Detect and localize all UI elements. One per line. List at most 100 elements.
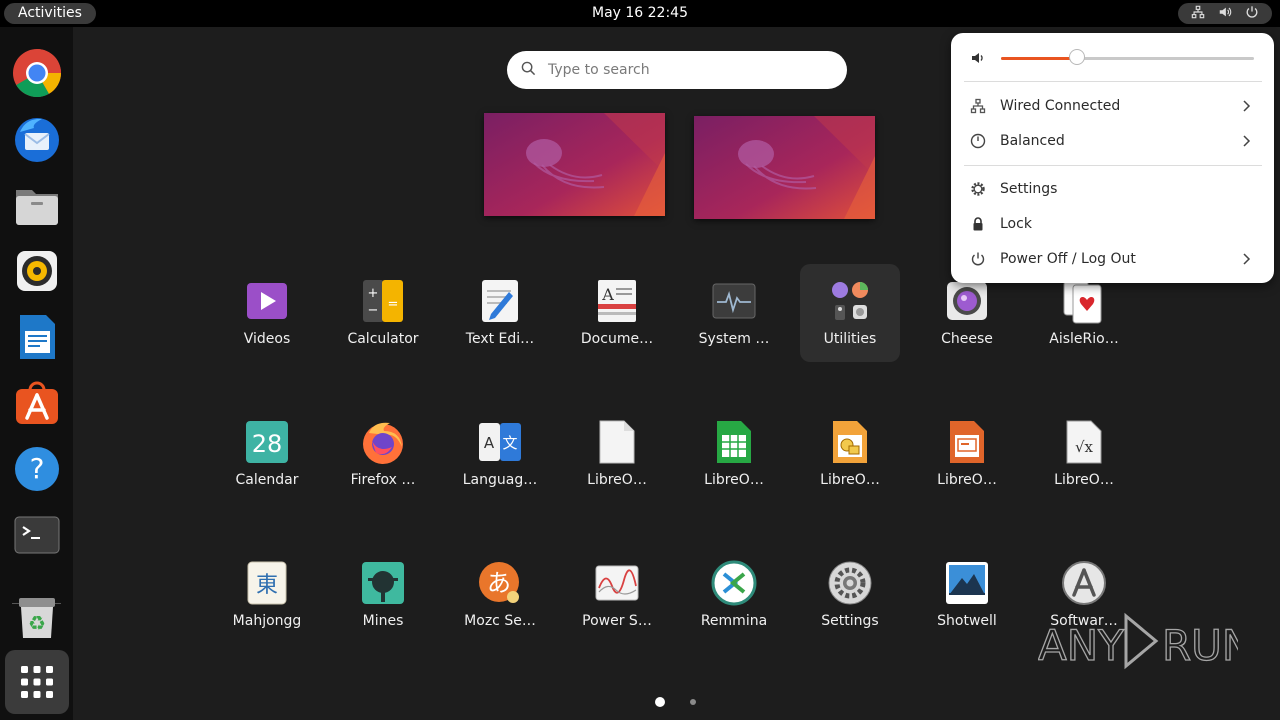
power-icon (1245, 4, 1259, 23)
utilities-folder-icon (827, 278, 873, 324)
terminal-icon[interactable] (12, 510, 62, 560)
menu-item-wired[interactable]: Wired Connected (951, 89, 1274, 123)
app-settings[interactable]: Settings (800, 546, 900, 644)
app-libreoffice-calc[interactable]: LibreO… (684, 405, 784, 503)
workspace-thumbnail-1[interactable] (484, 113, 665, 216)
menu-separator (964, 165, 1262, 166)
app-label: AisleRio… (1049, 331, 1119, 347)
volume-icon (970, 50, 986, 66)
svg-text:ANY: ANY (1038, 621, 1124, 670)
app-label: Remmina (700, 613, 768, 629)
app-shotwell[interactable]: Shotwell (917, 546, 1017, 644)
app-label: Text Edi… (465, 331, 535, 347)
app-libreoffice-impress[interactable]: LibreO… (917, 405, 1017, 503)
app-remmina[interactable]: Remmina (684, 546, 784, 644)
app-utilities-folder[interactable]: Utilities (800, 264, 900, 362)
app-label: Languag… (462, 472, 538, 488)
app-power-statistics[interactable]: Power S… (567, 546, 667, 644)
top-bar: Activities May 16 22:45 (0, 0, 1280, 27)
trash-icon[interactable]: ♻ (12, 592, 62, 642)
menu-item-lock[interactable]: Lock (951, 207, 1274, 241)
rhythmbox-icon[interactable] (12, 246, 62, 296)
svg-text:?: ? (30, 452, 45, 485)
volume-slider-fill (1001, 57, 1077, 60)
menu-item-label: Settings (1000, 181, 1058, 197)
page-dot-active[interactable] (655, 697, 665, 707)
lock-icon (970, 216, 986, 232)
system-tray[interactable] (1178, 3, 1272, 24)
app-libreoffice-math[interactable]: √x LibreO… (1034, 405, 1134, 503)
app-document-viewer[interactable]: A Docume… (567, 264, 667, 362)
menu-item-label: Balanced (1000, 133, 1065, 149)
gear-icon (970, 181, 986, 197)
mines-icon (360, 560, 406, 606)
app-calendar[interactable]: 28 Calendar (217, 405, 317, 503)
app-label: Firefox … (350, 472, 416, 488)
workspace-thumbnail-2[interactable] (694, 116, 875, 219)
app-mozc-setup[interactable]: あ Mozc Se… (450, 546, 550, 644)
menu-separator (964, 81, 1262, 82)
libreoffice-impress-icon (944, 419, 990, 465)
chrome-icon[interactable] (12, 48, 62, 98)
search-icon (521, 61, 536, 80)
help-icon[interactable]: ? (12, 444, 62, 494)
svg-text:+: + (368, 286, 379, 301)
svg-text:A: A (484, 434, 495, 452)
app-mahjongg[interactable]: 東 Mahjongg (217, 546, 317, 644)
volume-slider-handle[interactable] (1068, 49, 1085, 65)
software-icon (1061, 560, 1107, 606)
mozc-icon: あ (477, 560, 523, 606)
remmina-icon (711, 560, 757, 606)
app-calculator[interactable]: + − = Calculator (333, 264, 433, 362)
menu-item-power-off[interactable]: Power Off / Log Out (951, 242, 1274, 276)
app-system-monitor[interactable]: System … (684, 264, 784, 362)
svg-text:文: 文 (502, 434, 517, 452)
thunderbird-icon[interactable] (12, 114, 62, 164)
search-input[interactable]: Type to search (507, 51, 847, 89)
volume-icon (1218, 4, 1232, 23)
power-icon (970, 251, 986, 267)
app-label: Calendar (235, 472, 299, 488)
app-libreoffice[interactable]: LibreO… (567, 405, 667, 503)
app-label: Mahjongg (232, 613, 302, 629)
app-text-editor[interactable]: Text Edi… (450, 264, 550, 362)
app-label: Shotwell (937, 613, 997, 629)
chevron-right-icon (1242, 100, 1252, 112)
libreoffice-writer-icon[interactable] (12, 312, 62, 362)
app-language-support[interactable]: A文 Languag… (450, 405, 550, 503)
power-profile-icon (970, 133, 986, 149)
app-label: Calculator (347, 331, 419, 347)
menu-item-settings[interactable]: Settings (951, 172, 1274, 206)
calendar-icon: 28 (244, 419, 290, 465)
app-libreoffice-draw[interactable]: LibreO… (800, 405, 900, 503)
libreoffice-icon (594, 419, 640, 465)
app-center-icon[interactable] (12, 378, 62, 428)
menu-item-label: Lock (1000, 216, 1032, 232)
language-icon: A文 (477, 419, 523, 465)
menu-item-power-mode[interactable]: Balanced (951, 124, 1274, 158)
anyrun-watermark: ANY RUN (1037, 610, 1254, 672)
network-wired-icon (970, 98, 986, 114)
files-icon[interactable] (12, 180, 62, 230)
menu-item-label: Wired Connected (1000, 98, 1121, 114)
app-label: LibreO… (937, 472, 997, 488)
svg-text:√x: √x (1075, 438, 1094, 456)
page-dot[interactable] (690, 699, 696, 705)
show-apps-grid-icon[interactable] (5, 650, 69, 714)
app-label: Docume… (580, 331, 654, 347)
svg-text:RUN: RUN (1162, 621, 1238, 670)
app-firefox[interactable]: Firefox … (333, 405, 433, 503)
clock[interactable]: May 16 22:45 (0, 0, 1280, 27)
firefox-icon (360, 419, 406, 465)
app-label: System … (698, 331, 770, 347)
app-mines[interactable]: Mines (333, 546, 433, 644)
volume-slider[interactable] (1001, 49, 1254, 65)
app-label: Power S… (582, 613, 652, 629)
app-videos[interactable]: Videos (217, 264, 317, 362)
app-label: Mozc Se… (464, 613, 536, 629)
app-label: Videos (243, 331, 291, 347)
app-label: Mines (362, 613, 404, 629)
libreoffice-calc-icon (711, 419, 757, 465)
chevron-right-icon (1242, 253, 1252, 265)
volume-row (951, 41, 1274, 75)
